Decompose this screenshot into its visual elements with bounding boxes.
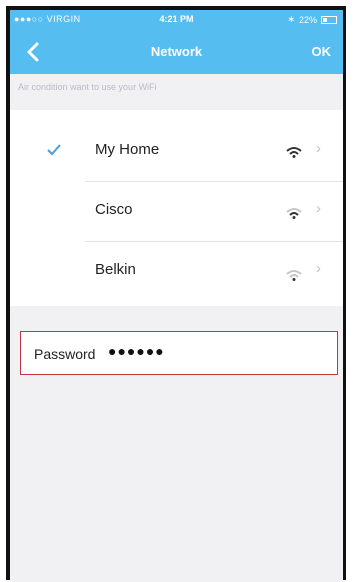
network-list: My Home › Cisco › Belkin › (10, 110, 343, 306)
wifi-weak-icon (286, 270, 302, 281)
chevron-right-icon: › (316, 140, 321, 157)
chevron-right-icon: › (316, 260, 321, 277)
network-item-my-home[interactable]: My Home › (10, 122, 343, 182)
page-title: Network (150, 44, 203, 59)
password-field[interactable]: Password ●●●●●● (20, 331, 338, 375)
password-input[interactable]: ●●●●●● (108, 343, 165, 359)
battery-percent: 22% (298, 14, 317, 25)
status-bar: ●●●○○ VIRGIN 4:21 PM ∗ 22% (10, 10, 343, 30)
checkmark-icon (47, 144, 61, 156)
wifi-strong-icon (286, 147, 302, 158)
network-name: Belkin (95, 261, 136, 278)
network-name: Cisco (95, 201, 133, 218)
ok-button[interactable]: OK (312, 44, 332, 59)
battery-icon (321, 15, 337, 24)
network-item-cisco[interactable]: Cisco › (10, 182, 343, 242)
battery-status: ∗ 22% (287, 14, 337, 25)
network-name: My Home (95, 141, 160, 158)
bluetooth-icon: ∗ (287, 14, 295, 24)
network-item-belkin[interactable]: Belkin › (10, 242, 343, 302)
nav-bar: Network OK (10, 30, 343, 74)
screen: ●●●○○ VIRGIN 4:21 PM ∗ 22% Network OK Ai… (10, 10, 343, 582)
chevron-right-icon: › (316, 200, 321, 217)
password-label: Password (34, 346, 96, 362)
wifi-medium-icon (286, 208, 302, 219)
wifi-hint-text: Air condition want to use your WiFi (18, 82, 157, 92)
